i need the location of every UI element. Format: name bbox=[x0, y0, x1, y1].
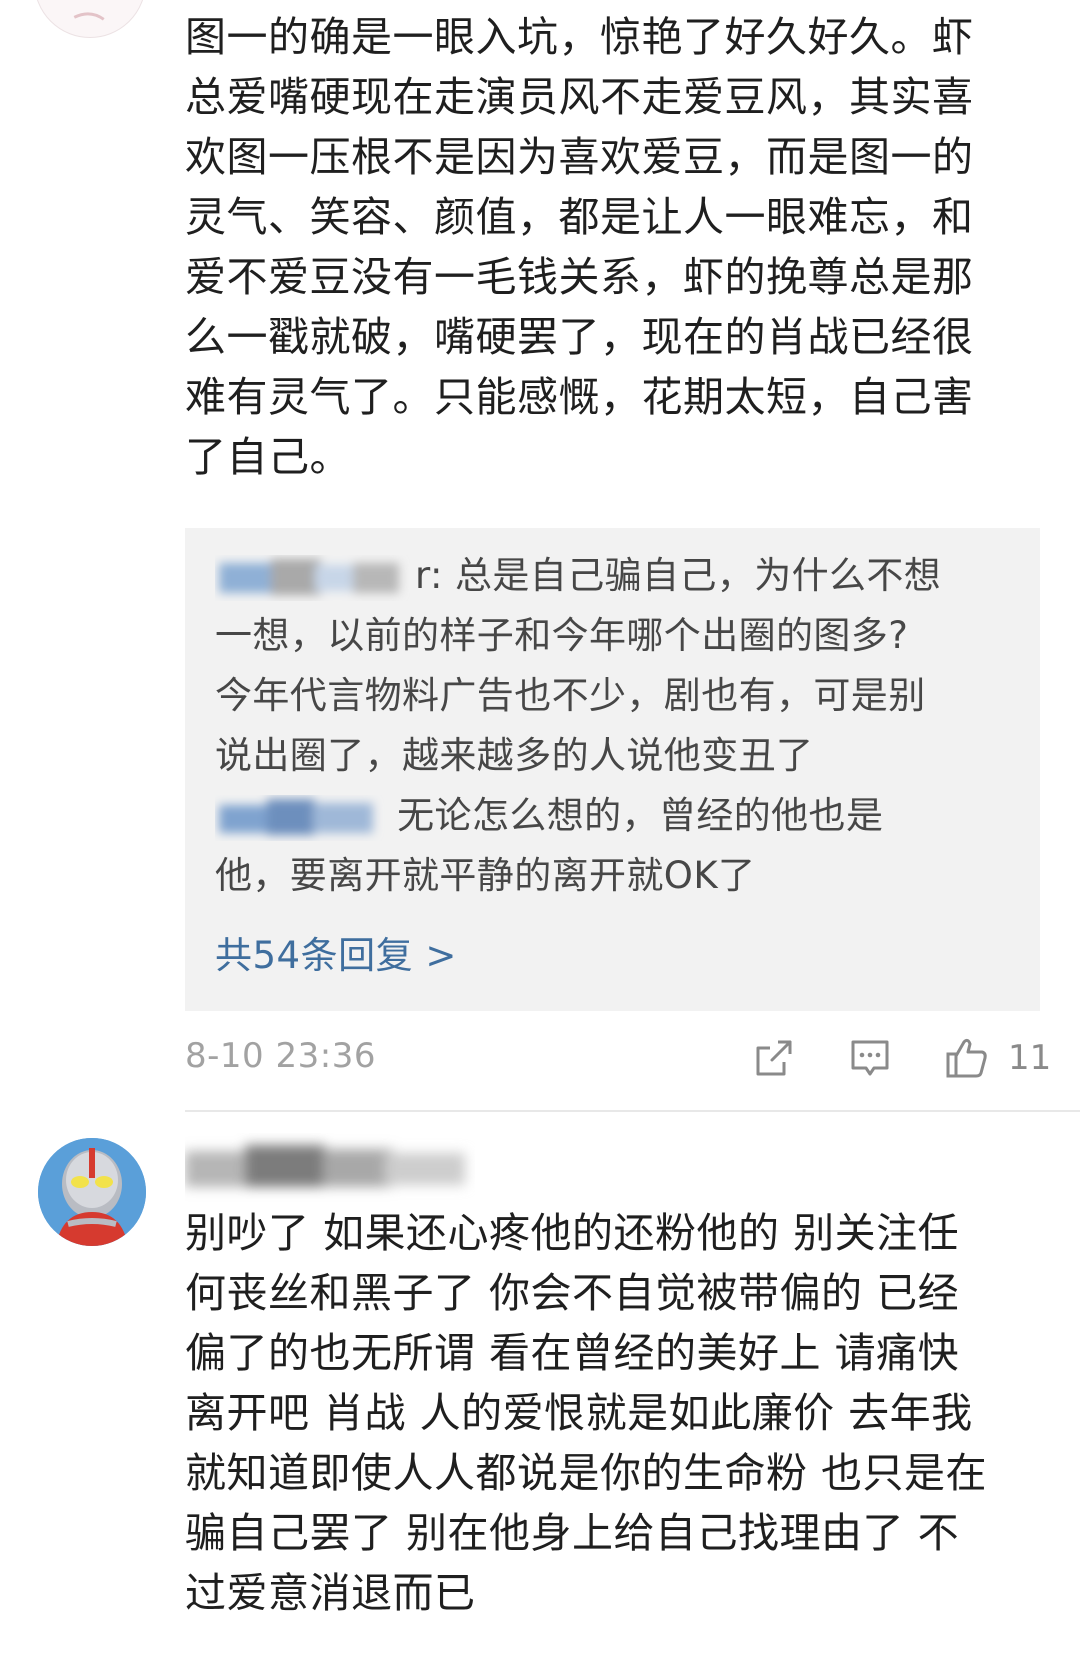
username-blurred[interactable] bbox=[185, 1133, 475, 1203]
comment-text: 别吵了 如果还心疼他的还粉他的 别关注任 何丧丝和黑子了 你会不自觉被带偏的 已… bbox=[185, 1203, 1045, 1623]
reply-line: 一想，以前的样子和今年哪个出圈的图多? bbox=[215, 614, 909, 657]
like-icon[interactable] bbox=[944, 1036, 990, 1080]
comment-line: 么一戳就破，嘴硬罢了，现在的肖战已经很 bbox=[185, 313, 974, 361]
comment-line: 图一的确是一眼入坑，惊艳了好久好久。虾 bbox=[185, 13, 974, 61]
comment-line: 离开吧 肖战 人的爱恨就是如此廉价 去年我 bbox=[185, 1389, 973, 1437]
reply-username-blurred[interactable] bbox=[215, 795, 385, 841]
comment-line: 何丧丝和黑子了 你会不自觉被带偏的 已经 bbox=[185, 1269, 960, 1317]
avatar[interactable] bbox=[34, 0, 146, 38]
reply-line: 今年代言物料广告也不少，剧也有，可是别 bbox=[215, 674, 926, 717]
comment-text: 图一的确是一眼入坑，惊艳了好久好久。虾 总爱嘴硬现在走演员风不走爱豆风，其实喜 … bbox=[185, 7, 1045, 487]
more-replies-link[interactable]: 共54条回复 > bbox=[215, 928, 457, 984]
comment-line: 了自己。 bbox=[185, 433, 351, 481]
timestamp: 8-10 23:36 bbox=[185, 1036, 376, 1076]
comment-line: 爱不爱豆没有一毛钱关系，虾的挽尊总是那 bbox=[185, 253, 974, 301]
share-icon[interactable] bbox=[752, 1036, 796, 1080]
reply-line: 说出圈了，越来越多的人说他变丑了 bbox=[215, 734, 814, 777]
comment-line: 就知道即使人人都说是你的生命粉 也只是在 bbox=[185, 1449, 988, 1497]
comment-line: 偏了的也无所谓 看在曾经的美好上 请痛快 bbox=[185, 1329, 960, 1377]
like-count: 11 bbox=[1008, 1038, 1052, 1078]
comment-line: 别吵了 如果还心疼他的还粉他的 别关注任 bbox=[185, 1209, 960, 1257]
comment-line: 难有灵气了。只能感慨，花期太短，自己害 bbox=[185, 373, 974, 421]
reply-preview-box[interactable]: r: 总是自己骗自己，为什么不想 一想，以前的样子和今年哪个出圈的图多? 今年代… bbox=[185, 528, 1040, 1011]
reply-line: 无论怎么想的，曾经的他也是 bbox=[385, 794, 884, 837]
comment-line: 灵气、笑容、颜值，都是让人一眼难忘，和 bbox=[185, 193, 974, 241]
comment-line: 总爱嘴硬现在走演员风不走爱豆风，其实喜 bbox=[185, 73, 974, 121]
reply-item[interactable]: r: 总是自己骗自己，为什么不想 一想，以前的样子和今年哪个出圈的图多? 今年代… bbox=[215, 546, 1015, 786]
reply-username-blurred[interactable] bbox=[215, 555, 415, 601]
reply-item[interactable]: 无论怎么想的，曾经的他也是 他，要离开就平静的离开就OK了 bbox=[215, 786, 1015, 906]
reply-line: 他，要离开就平静的离开就OK了 bbox=[215, 854, 756, 897]
avatar[interactable] bbox=[38, 1138, 146, 1246]
comment-line: 欢图一压根不是因为喜欢爱豆，而是图一的 bbox=[185, 133, 974, 181]
comment-icon[interactable] bbox=[848, 1036, 892, 1080]
reply-username-tail: r: bbox=[415, 554, 443, 597]
reply-line: 总是自己骗自己，为什么不想 bbox=[442, 554, 942, 597]
divider bbox=[185, 1110, 1080, 1112]
comment-line: 过爱意消退而已 bbox=[185, 1569, 476, 1617]
comment-line: 骗自己罢了 别在他身上给自己找理由了 不 bbox=[185, 1509, 960, 1557]
